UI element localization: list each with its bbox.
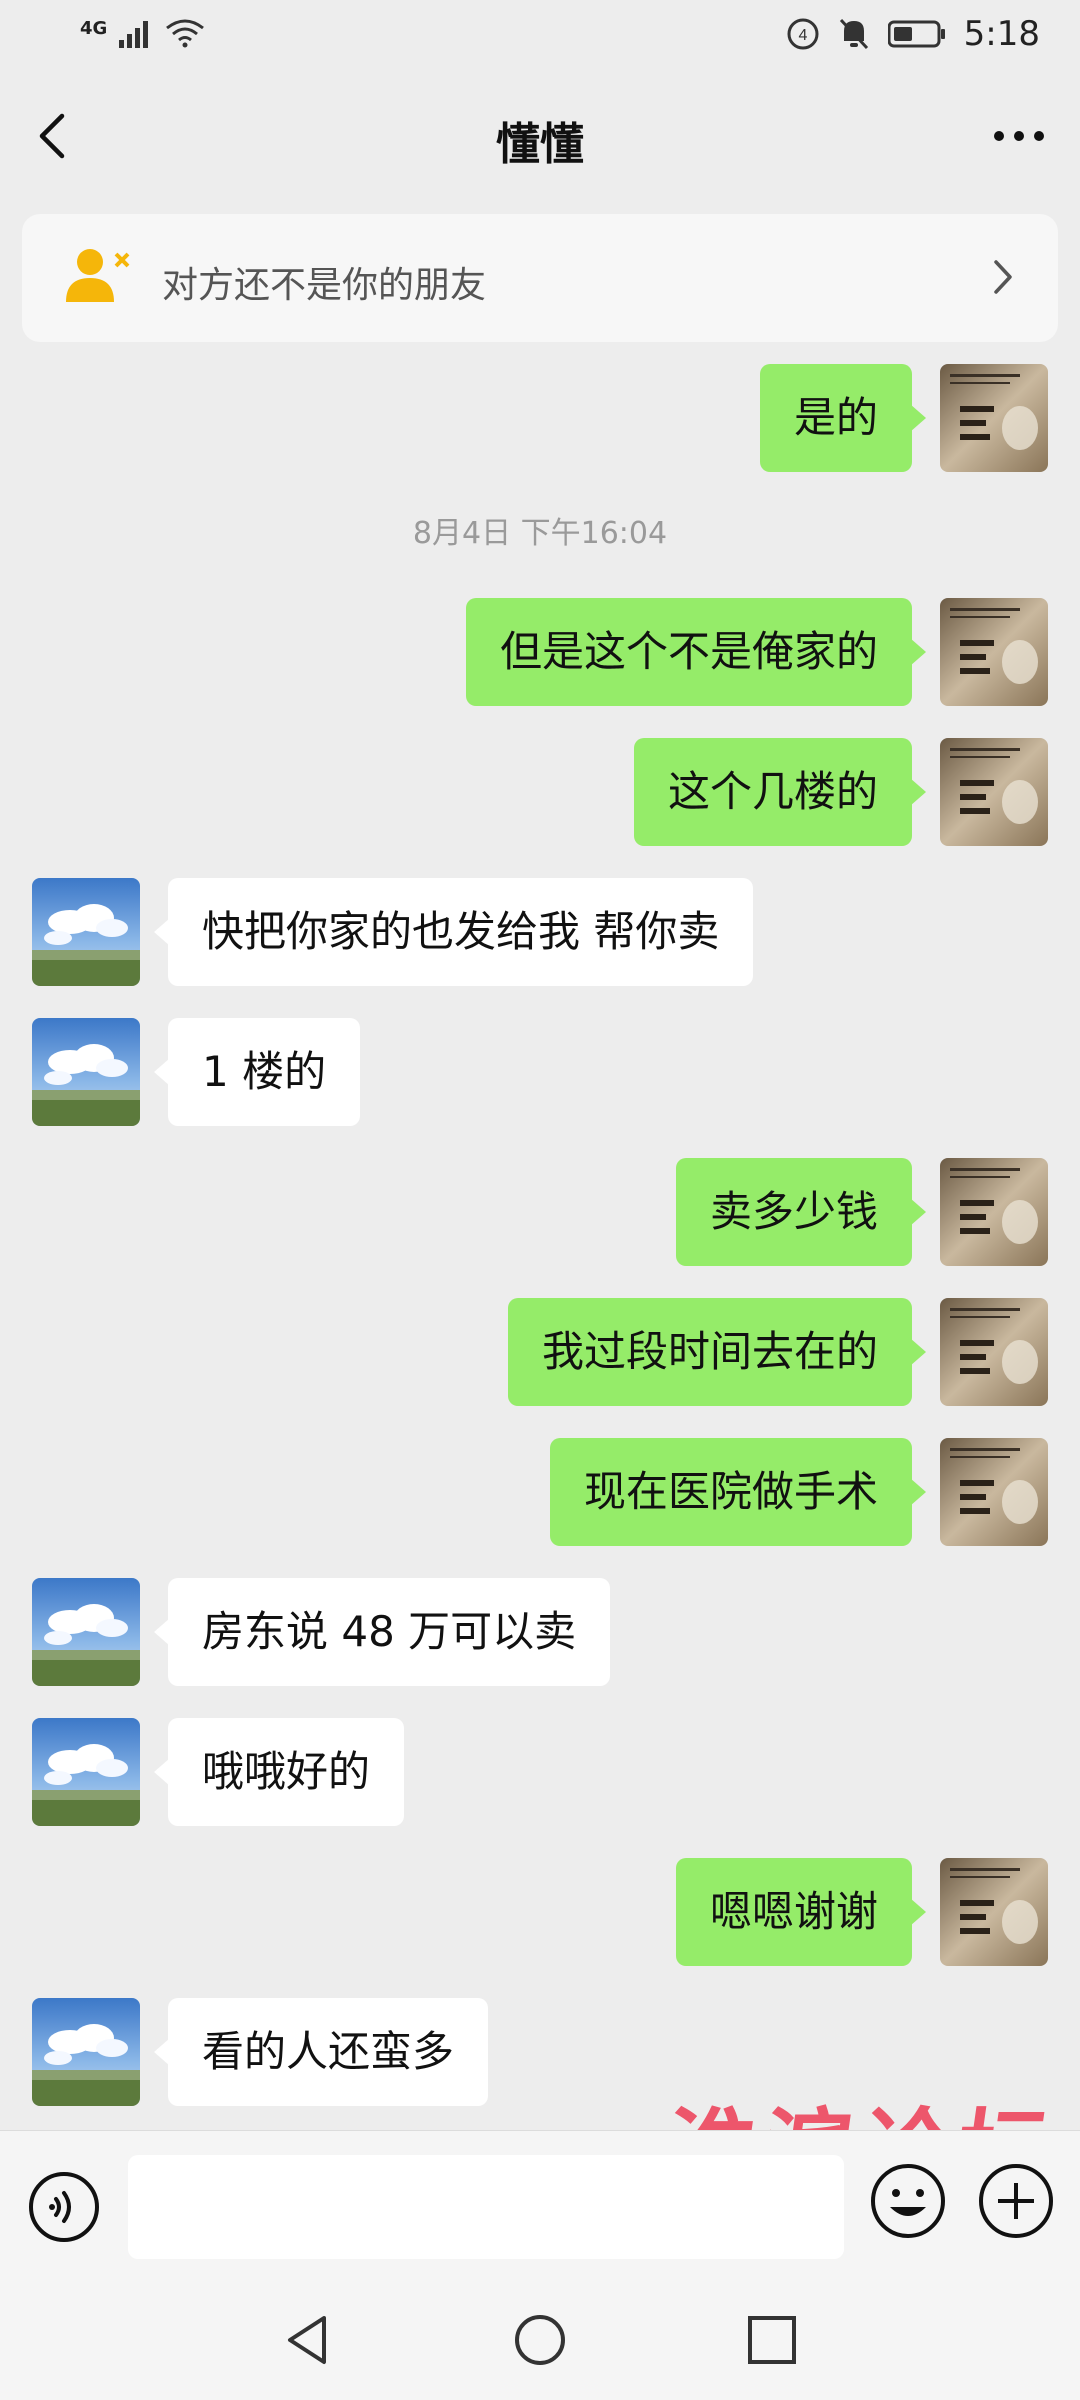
message-bubble[interactable]: 1 楼的 [153, 1018, 361, 1126]
message-bubble[interactable]: 是的 [759, 364, 927, 472]
message-bubble[interactable]: 我过段时间去在的 [507, 1298, 927, 1406]
avatar[interactable] [32, 1578, 140, 1686]
message-row-sent: 我过段时间去在的 [0, 1298, 1080, 1408]
not-friend-banner[interactable]: 对方还不是你的朋友 [22, 214, 1058, 342]
clock: 5:18 [963, 14, 1040, 54]
message-row-received: 哦哦好的 [0, 1718, 1080, 1828]
nav-recent-apps-icon[interactable] [744, 2312, 800, 2368]
message-bubble[interactable]: 房东说 48 万可以卖 [153, 1578, 611, 1686]
plus-icon[interactable] [976, 2161, 1056, 2241]
signal-icon [119, 21, 149, 48]
nav-home-icon[interactable] [510, 2310, 570, 2370]
system-nav-bar [0, 2280, 1080, 2400]
nav-back-icon[interactable] [278, 2310, 338, 2370]
message-timestamp: 8月4日 下午16:04 [412, 516, 668, 551]
message-bubble[interactable]: 现在医院做手术 [549, 1438, 927, 1546]
avatar[interactable] [940, 1438, 1048, 1546]
message-row-received: 快把你家的也发给我 帮你卖 [0, 878, 1080, 988]
emoji-icon[interactable] [868, 2161, 948, 2241]
svg-text:4: 4 [798, 27, 807, 44]
message-bubble[interactable]: 这个几楼的 [633, 738, 927, 846]
message-bubble[interactable]: 看的人还蛮多 [153, 1998, 489, 2106]
avatar[interactable] [940, 1858, 1048, 1966]
message-list: 8月4日 下午16:04 是的但是这个不是俺家的这个几楼的快把你家的也发给我 帮… [0, 364, 1080, 2130]
chat-screen: 4G 4 5:18 懂懂 对方还不是你的朋友 8月4日 下午16:04 是的 但… [0, 0, 1080, 2400]
user-remove-icon [66, 249, 130, 302]
chevron-right-icon [994, 260, 1012, 294]
avatar[interactable] [940, 738, 1048, 846]
message-row-received: 房东说 48 万可以卖 [0, 1578, 1080, 1688]
wifi-icon [166, 19, 205, 48]
page-title: 懂懂 [496, 119, 584, 170]
avatar[interactable] [32, 1718, 140, 1826]
message-input[interactable] [128, 2155, 844, 2259]
network-type-label: 4G [80, 18, 108, 39]
mute-bell-icon [839, 18, 868, 50]
message-row-sent: 但是这个不是俺家的 [0, 598, 1080, 708]
message-row-sent: 嗯嗯谢谢 [0, 1858, 1080, 1968]
avatar[interactable] [32, 1018, 140, 1126]
message-bubble[interactable]: 卖多少钱 [675, 1158, 927, 1266]
banner-text: 对方还不是你的朋友 [162, 265, 487, 306]
message-bubble[interactable]: 但是这个不是俺家的 [465, 598, 927, 706]
message-row-received: 1 楼的 [0, 1018, 1080, 1128]
message-row-sent: 卖多少钱 [0, 1158, 1080, 1268]
avatar[interactable] [32, 1998, 140, 2106]
more-horizontal-icon[interactable] [984, 106, 1054, 166]
message-bubble[interactable]: 快把你家的也发给我 帮你卖 [153, 878, 754, 986]
data-saver-icon: 4 [787, 18, 819, 50]
message-row-sent: 这个几楼的 [0, 738, 1080, 848]
message-row-sent: 是的 [0, 364, 1080, 474]
status-bar: 4G 4 5:18 [0, 0, 1080, 72]
battery-icon [887, 20, 945, 48]
message-row-sent: 现在医院做手术 [0, 1438, 1080, 1548]
message-bubble[interactable]: 嗯嗯谢谢 [675, 1858, 927, 1966]
avatar[interactable] [940, 1158, 1048, 1266]
chat-header: 懂懂 [0, 72, 1080, 200]
input-bar [0, 2130, 1080, 2281]
avatar[interactable] [940, 1298, 1048, 1406]
avatar[interactable] [940, 598, 1048, 706]
avatar[interactable] [940, 364, 1048, 472]
message-bubble[interactable]: 哦哦好的 [153, 1718, 405, 1826]
voice-icon[interactable] [26, 2169, 102, 2245]
avatar[interactable] [32, 878, 140, 986]
